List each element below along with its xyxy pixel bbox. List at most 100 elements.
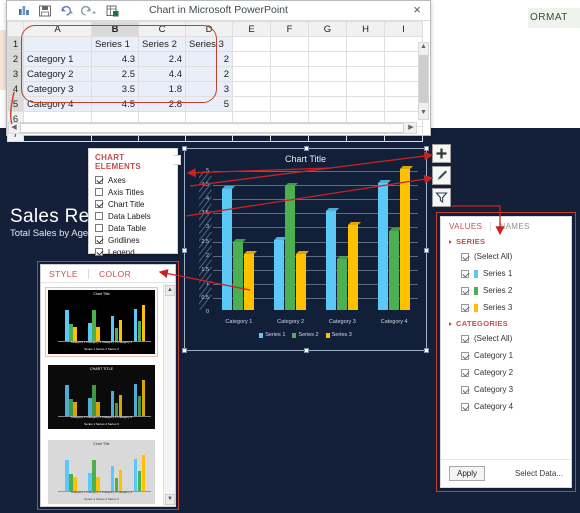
checkbox-legend[interactable] bbox=[95, 248, 103, 256]
checkbox-series-0[interactable] bbox=[461, 252, 469, 261]
cell-i5[interactable] bbox=[384, 96, 423, 112]
bar[interactable] bbox=[274, 236, 288, 310]
cell-i2[interactable] bbox=[384, 51, 423, 67]
style-thumbnail-list[interactable]: Chart Title Category 1 Category 2 Categor… bbox=[41, 284, 162, 506]
bar-group[interactable] bbox=[325, 169, 361, 310]
cell-f3[interactable] bbox=[270, 66, 309, 82]
apply-button[interactable]: Apply bbox=[449, 466, 486, 481]
series-filter-row[interactable]: Series 1 bbox=[441, 265, 571, 282]
col-header-e[interactable]: E bbox=[232, 21, 271, 37]
cell-i3[interactable] bbox=[384, 66, 423, 82]
col-header-f[interactable]: F bbox=[270, 21, 309, 37]
col-header-g[interactable]: G bbox=[308, 21, 347, 37]
checkbox-series-1[interactable] bbox=[461, 269, 469, 278]
chart-title[interactable]: Chart Title bbox=[185, 154, 426, 164]
checkbox-chart-title[interactable] bbox=[95, 200, 103, 208]
cell-c3[interactable]: 4.4 bbox=[138, 66, 186, 82]
cell-b3[interactable]: 2.5 bbox=[91, 66, 139, 82]
chart-element-gridlines[interactable]: Gridlines bbox=[95, 234, 172, 246]
cell-a2[interactable]: Category 1 bbox=[23, 51, 92, 67]
row-header-1[interactable]: 1 bbox=[7, 36, 24, 52]
chart-element-legend[interactable]: Legend bbox=[95, 246, 172, 258]
series-section-header[interactable]: SERIES bbox=[441, 234, 571, 248]
style-thumbnail-1[interactable]: Chart Title Category 1 Category 2 Categor… bbox=[45, 287, 158, 357]
chart-element-axis-titles[interactable]: Axis Titles bbox=[95, 186, 172, 198]
cell-g1[interactable] bbox=[308, 36, 347, 52]
resize-handle-sw[interactable] bbox=[182, 348, 187, 353]
col-header-b[interactable]: B bbox=[91, 21, 139, 37]
category-filter-row[interactable]: Category 4 bbox=[441, 398, 571, 415]
series-filter-list[interactable]: (Select All) Series 1 Series 2 Series 3 bbox=[441, 248, 571, 316]
bar[interactable] bbox=[336, 256, 350, 310]
chart-plot-area[interactable]: 0 0.5 1 1.5 2 2.5 3 3.5 4 4.5 5 bbox=[199, 166, 418, 315]
cell-b1[interactable]: Series 1 bbox=[91, 36, 139, 52]
bar[interactable] bbox=[347, 222, 361, 310]
chart-side-buttons[interactable] bbox=[432, 144, 451, 210]
tab-style[interactable]: STYLE bbox=[49, 269, 78, 279]
checkbox-data-table[interactable] bbox=[95, 224, 103, 232]
bar[interactable] bbox=[388, 228, 402, 310]
chart-element-chart-title[interactable]: Chart Title bbox=[95, 198, 172, 210]
checkbox-axis-titles[interactable] bbox=[95, 188, 103, 196]
series-filter-row[interactable]: (Select All) bbox=[441, 248, 571, 265]
select-data-link[interactable]: Select Data... bbox=[515, 469, 563, 478]
tab-format[interactable]: ORMAT bbox=[528, 8, 580, 28]
cell-b5[interactable]: 4.5 bbox=[91, 96, 139, 112]
cell-f2[interactable] bbox=[270, 51, 309, 67]
category-filter-row[interactable]: Category 3 bbox=[441, 381, 571, 398]
vertical-scrollbar[interactable]: ▲ ▼ bbox=[418, 42, 429, 120]
chart-data-window[interactable]: Chart in Microsoft PowerPoint × A B C D … bbox=[6, 0, 431, 142]
cell-d5[interactable]: 5 bbox=[185, 96, 233, 112]
checkbox-series-2[interactable] bbox=[461, 286, 469, 295]
checkbox-gridlines[interactable] bbox=[95, 236, 103, 244]
cell-h4[interactable] bbox=[346, 81, 385, 97]
bar[interactable] bbox=[325, 208, 339, 310]
scroll-down-icon[interactable]: ▼ bbox=[419, 109, 428, 119]
spreadsheet-grid[interactable]: A B C D E F G H I 1 Series 1 Series 2 Se… bbox=[7, 21, 430, 142]
scroll-down-icon[interactable]: ▼ bbox=[165, 494, 175, 505]
cell-g5[interactable] bbox=[308, 96, 347, 112]
resize-handle-e[interactable] bbox=[424, 248, 429, 253]
legend-item[interactable]: Series 1 bbox=[259, 332, 285, 338]
cell-a5[interactable]: Category 4 bbox=[23, 96, 92, 112]
scroll-up-icon[interactable]: ▲ bbox=[165, 285, 175, 296]
col-header-i[interactable]: I bbox=[384, 21, 423, 37]
cell-g3[interactable] bbox=[308, 66, 347, 82]
table-row[interactable]: 2 Category 1 4.3 2.4 2 bbox=[7, 51, 423, 67]
checkbox-data-labels[interactable] bbox=[95, 212, 103, 220]
cell-e4[interactable] bbox=[232, 81, 271, 97]
style-thumbnail-3[interactable]: Chart Title Category 1 Category 2 Categor… bbox=[45, 437, 158, 507]
scroll-thumb[interactable] bbox=[419, 55, 428, 103]
style-panel-tabs[interactable]: STYLE COLOR bbox=[41, 265, 175, 283]
cell-f1[interactable] bbox=[270, 36, 309, 52]
horizontal-scrollbar[interactable]: ◀ ▶ bbox=[8, 122, 417, 134]
checkbox-axes[interactable] bbox=[95, 176, 103, 184]
cell-f4[interactable] bbox=[270, 81, 309, 97]
cell-i1[interactable] bbox=[384, 36, 423, 52]
style-thumbnail-2[interactable]: CHART TITLE Category 1 Category 2 Categor… bbox=[45, 362, 158, 432]
cell-e5[interactable] bbox=[232, 96, 271, 112]
checkbox-category-4[interactable] bbox=[461, 402, 469, 411]
bar[interactable] bbox=[296, 250, 310, 310]
cell-i4[interactable] bbox=[384, 81, 423, 97]
bar[interactable] bbox=[233, 239, 247, 310]
cell-d2[interactable]: 2 bbox=[185, 51, 233, 67]
bar[interactable] bbox=[377, 180, 391, 310]
chart-filters-button[interactable] bbox=[432, 188, 451, 207]
tab-values[interactable]: VALUES bbox=[449, 222, 482, 231]
cell-d1[interactable]: Series 3 bbox=[185, 36, 233, 52]
close-icon[interactable]: × bbox=[410, 3, 424, 17]
cell-h5[interactable] bbox=[346, 96, 385, 112]
checkbox-category-3[interactable] bbox=[461, 385, 469, 394]
bar-group[interactable] bbox=[222, 169, 258, 310]
chart-element-axes[interactable]: Axes bbox=[95, 174, 172, 186]
tab-names[interactable]: NAMES bbox=[490, 222, 529, 231]
row-header-3[interactable]: 3 bbox=[7, 66, 24, 82]
checkbox-category-0[interactable] bbox=[461, 334, 469, 343]
select-all-corner[interactable] bbox=[7, 21, 24, 37]
category-filter-row[interactable]: (Select All) bbox=[441, 330, 571, 347]
table-row[interactable]: 1 Series 1 Series 2 Series 3 bbox=[7, 36, 423, 52]
cell-h3[interactable] bbox=[346, 66, 385, 82]
cell-b4[interactable]: 3.5 bbox=[91, 81, 139, 97]
cell-d3[interactable]: 2 bbox=[185, 66, 233, 82]
